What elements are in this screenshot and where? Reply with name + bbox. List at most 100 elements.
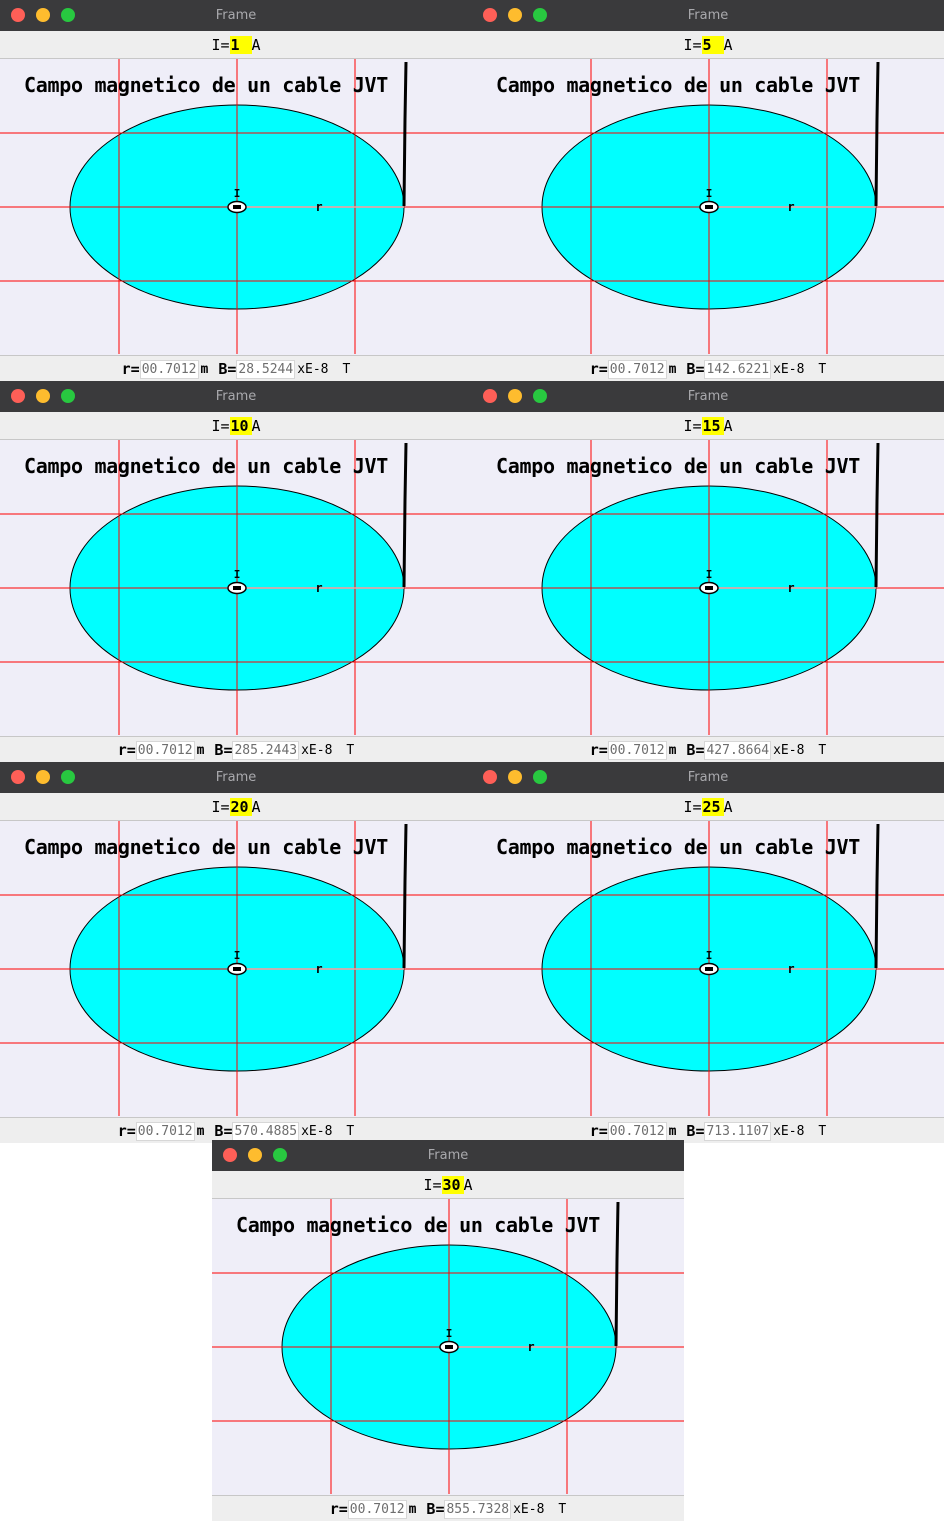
window-i-20: Frame I= 20 A I r Campo magnetico de un ca… (0, 762, 472, 1143)
plot-canvas: I r (472, 59, 944, 354)
radius-symbol: r (787, 962, 794, 976)
window-titlebar[interactable]: Frame (0, 0, 472, 31)
current-label: I= (683, 416, 702, 435)
window-titlebar[interactable]: Frame (472, 762, 944, 793)
field-value[interactable]: 855.7328 (444, 1499, 512, 1519)
current-input[interactable]: 20 (229, 797, 252, 816)
field-exponent: xE-8 (297, 361, 329, 377)
window-titlebar[interactable]: Frame (0, 762, 472, 793)
current-input[interactable]: 30 (441, 1175, 464, 1194)
field-exponent: xE-8 (301, 1123, 333, 1139)
radius-unit: m (668, 1123, 677, 1139)
current-input[interactable]: 15 (701, 416, 724, 435)
window-titlebar[interactable]: Frame (212, 1140, 684, 1171)
plot-canvas: I r (0, 440, 472, 735)
window-title: Frame (687, 8, 729, 23)
radius-symbol: r (787, 200, 794, 214)
current-symbol: I (234, 568, 241, 581)
current-symbol: I (446, 1327, 453, 1340)
current-label: I= (423, 1175, 442, 1194)
current-unit: A (251, 797, 261, 816)
current-input[interactable]: 10 (229, 416, 252, 435)
wire-core (233, 967, 241, 971)
field-magnitude-bar (874, 442, 880, 588)
current-symbol: I (706, 568, 713, 581)
radius-field[interactable]: 00.7012 (135, 1121, 195, 1141)
radius-field[interactable]: 00.7012 (607, 1121, 667, 1141)
radius-symbol: r (527, 1340, 534, 1354)
window-titlebar[interactable]: Frame (472, 381, 944, 412)
field-label: B= (214, 1122, 233, 1140)
plot-title: Campo magnetico de un cable JVT (24, 835, 388, 859)
current-unit: A (251, 35, 261, 54)
field-value[interactable]: 427.8664 (704, 740, 772, 760)
field-magnitude-bar (402, 442, 408, 588)
field-exponent: xE-8 (513, 1501, 545, 1517)
field-exponent: xE-8 (773, 742, 805, 758)
field-unit: T (818, 1123, 827, 1139)
current-input[interactable]: 25 (701, 797, 724, 816)
field-unit: T (818, 361, 827, 377)
window-titlebar[interactable]: Frame (472, 0, 944, 31)
window-title: Frame (427, 1148, 469, 1163)
field-unit: T (346, 1123, 355, 1139)
field-value[interactable]: 142.6221 (704, 359, 772, 379)
wire-core (705, 586, 713, 590)
field-plot: I r Campo magnetico de un cable JVT (0, 440, 472, 735)
field-magnitude-bar (874, 61, 880, 207)
field-value[interactable]: 28.5244 (236, 359, 296, 379)
window-title: Frame (215, 389, 257, 404)
radius-field[interactable]: 00.7012 (607, 740, 667, 760)
current-unit: A (251, 416, 261, 435)
current-unit: A (723, 797, 733, 816)
plot-title: Campo magnetico de un cable JVT (236, 1213, 600, 1237)
radius-symbol: r (315, 962, 322, 976)
current-input-bar: I= 30 A (212, 1171, 684, 1199)
radius-label: r= (121, 360, 140, 378)
current-input-bar: I= 1 A (0, 31, 472, 59)
wire-core (233, 205, 241, 209)
plot-canvas: I r (472, 440, 944, 735)
current-input-bar: I= 25 A (472, 793, 944, 821)
radius-field[interactable]: 00.7012 (135, 740, 195, 760)
field-exponent: xE-8 (773, 361, 805, 377)
current-input-bar: I= 20 A (0, 793, 472, 821)
radius-field[interactable]: 00.7012 (139, 359, 199, 379)
field-unit: T (558, 1501, 567, 1517)
current-input[interactable]: 1 (229, 35, 252, 54)
current-unit: A (723, 35, 733, 54)
plot-title: Campo magnetico de un cable JVT (496, 454, 860, 478)
window-i-1: Frame I= 1 A I r Campo magnetico de un cab… (0, 0, 472, 381)
result-bar: r= 00.7012 m B= 855.7328 xE-8 T (212, 1495, 684, 1521)
current-label: I= (211, 416, 230, 435)
field-label: B= (426, 1500, 445, 1518)
field-exponent: xE-8 (301, 742, 333, 758)
current-input[interactable]: 5 (701, 35, 724, 54)
result-bar: r= 00.7012 m B= 142.6221 xE-8 T (472, 355, 944, 381)
wire-core (233, 586, 241, 590)
radius-label: r= (329, 1500, 348, 1518)
current-label: I= (683, 797, 702, 816)
current-input-bar: I= 5 A (472, 31, 944, 59)
current-input-bar: I= 10 A (0, 412, 472, 440)
field-plot: I r Campo magnetico de un cable JVT (212, 1199, 684, 1494)
radius-unit: m (196, 742, 205, 758)
field-value[interactable]: 713.1107 (704, 1121, 772, 1141)
window-i-10: Frame I= 10 A I r Campo magnetico de un ca… (0, 381, 472, 762)
field-unit: T (818, 742, 827, 758)
field-value[interactable]: 570.4885 (232, 1121, 300, 1141)
current-label: I= (683, 35, 702, 54)
radius-field[interactable]: 00.7012 (347, 1499, 407, 1519)
radius-label: r= (589, 360, 608, 378)
field-value[interactable]: 285.2443 (232, 740, 300, 760)
window-title: Frame (687, 770, 729, 785)
radius-field[interactable]: 00.7012 (607, 359, 667, 379)
radius-unit: m (408, 1501, 417, 1517)
current-label: I= (211, 35, 230, 54)
field-magnitude-bar (874, 823, 880, 969)
window-titlebar[interactable]: Frame (0, 381, 472, 412)
radius-label: r= (589, 1122, 608, 1140)
field-plot: I r Campo magnetico de un cable JVT (0, 59, 472, 354)
current-symbol: I (706, 949, 713, 962)
field-label: B= (686, 1122, 705, 1140)
